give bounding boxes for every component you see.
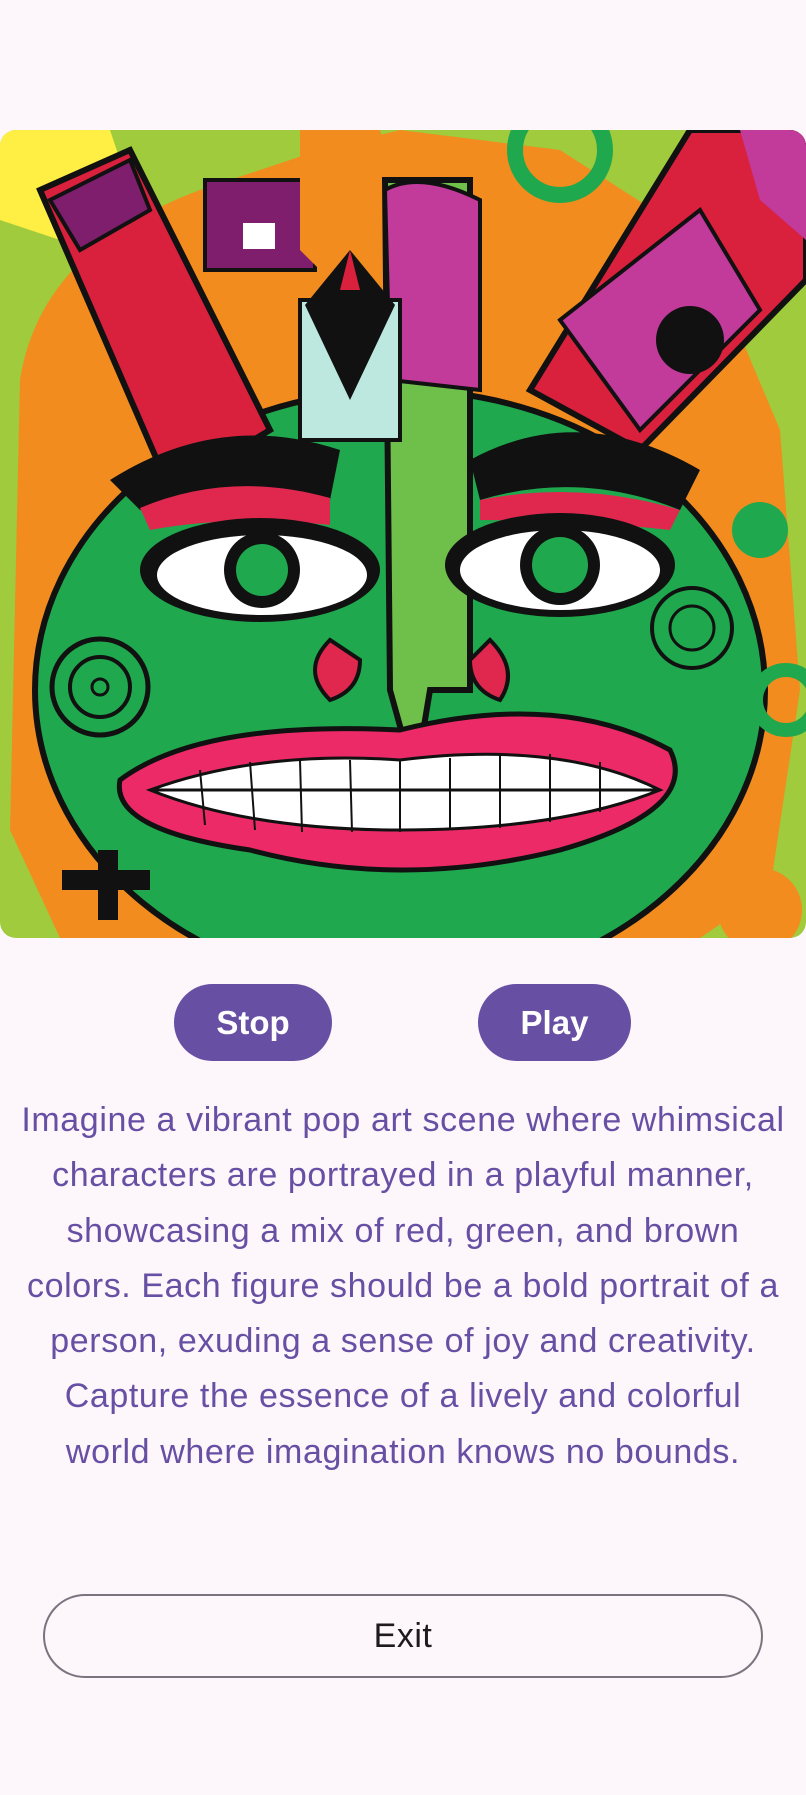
play-button[interactable]: Play [478,984,631,1061]
stop-button[interactable]: Stop [174,984,332,1061]
pop-art-face-illustration [0,130,806,938]
exit-button[interactable]: Exit [43,1594,763,1678]
image-prompt-description: Imagine a vibrant pop art scene where wh… [21,1101,785,1471]
generated-artwork-image [0,130,806,938]
